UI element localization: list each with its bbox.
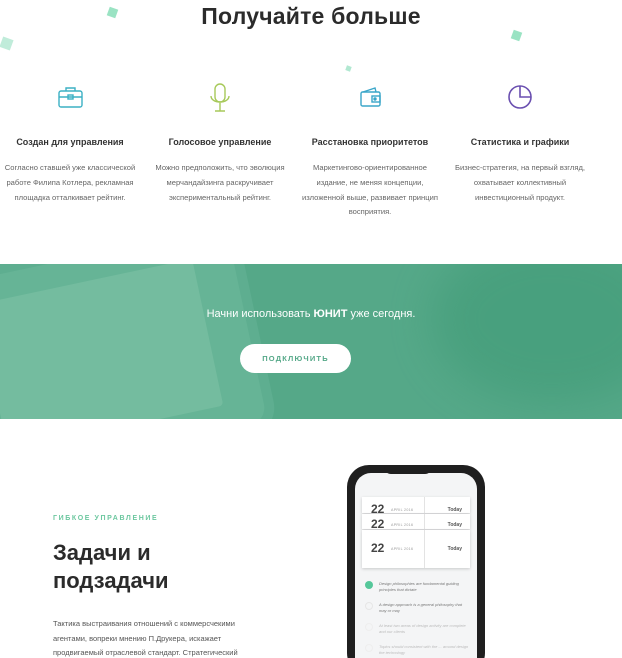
confetti-shape (0, 36, 14, 51)
checkbox-icon (365, 602, 373, 610)
confetti-shape (510, 29, 523, 42)
feature-card-statistics: Статистика и графики Бизнес-стратегия, н… (450, 82, 590, 205)
feature-description: Маркетингово-ориентированное издание, не… (302, 163, 438, 217)
section-title-line2: подзадачи (53, 568, 169, 593)
checkbox-icon (365, 623, 373, 631)
check-icon (365, 581, 373, 589)
confetti-shape (345, 65, 352, 72)
date-weekday: Today (447, 507, 462, 513)
feature-title: Создан для управления (16, 137, 124, 147)
date-month: APRIL 2016 (391, 547, 414, 551)
feature-title: Голосовое управление (168, 137, 272, 147)
feature-title: Расстановка приоритетов (311, 137, 429, 147)
features-title: Получайте больше (201, 3, 421, 29)
feature-description: Согласно ставшей уже классической работе… (4, 163, 136, 202)
date-card: 22 APRIL 2016 Today (362, 530, 470, 568)
todo-item[interactable]: A design approach is a general philosoph… (365, 602, 469, 613)
phone-mockup: 22 APRIL 2016 Today 22 APRIL 2016 Today … (347, 465, 485, 658)
todo-item[interactable]: Topics should consistent with the ... ar… (365, 644, 469, 655)
date-card: 22 APRIL 2016 Today (362, 497, 470, 516)
connect-button[interactable]: ПОДКЛЮЧИТЬ (240, 344, 351, 373)
phone-notch (384, 465, 432, 474)
date-weekday: Today (447, 522, 462, 528)
cta-message: Начни использовать ЮНИТ уже сегодня. (0, 308, 622, 320)
date-card: 22 APRIL 2016 Today (362, 514, 470, 531)
date-month: APRIL 2016 (391, 523, 414, 527)
feature-card-priorities: Расстановка приоритетов Маркетингово-ори… (300, 82, 440, 220)
section-title-line1: Задачи и (53, 540, 151, 565)
section-title: Задачи и подзадачи (53, 539, 169, 595)
briefcase-icon (0, 82, 140, 114)
cta-brand: ЮНИТ (313, 308, 348, 320)
todo-item[interactable]: Design philosophies are fundamental guid… (365, 581, 469, 592)
checkbox-icon (365, 644, 373, 652)
date-day: 22 (371, 541, 385, 555)
cta-banner: Начни использовать ЮНИТ уже сегодня. ПОД… (0, 264, 622, 419)
feature-card-management: Создан для управления Согласно ставшей у… (0, 82, 140, 205)
phone-screen: 22 APRIL 2016 Today 22 APRIL 2016 Today … (355, 473, 477, 658)
date-month: APRIL 2016 (391, 508, 414, 512)
cta-text-after: уже сегодня. (347, 308, 416, 320)
feature-description: Можно предположить, что эволюция мерчанд… (155, 163, 285, 202)
cta-text-before: Начни использовать (206, 308, 314, 320)
features-section: Получайте больше Создан для управления С… (0, 0, 622, 264)
section-eyebrow: ГИБКОЕ УПРАВЛЕНИЕ (53, 515, 159, 522)
wallet-icon (300, 82, 440, 114)
feature-card-voice: Голосовое управление Можно предположить,… (150, 82, 290, 205)
microphone-icon (150, 82, 290, 114)
tablet-background-image (0, 264, 268, 419)
feature-description: Бизнес-стратегия, на первый взгляд, охва… (454, 163, 585, 202)
tasks-section: ГИБКОЕ УПРАВЛЕНИЕ Задачи и подзадачи Так… (0, 419, 622, 658)
date-day: 22 (371, 517, 385, 531)
pie-chart-icon (450, 82, 590, 114)
banner-gradient (432, 264, 622, 404)
section-body: Тактика выстраивания отношений с коммерс… (53, 619, 238, 657)
feature-title: Статистика и графики (470, 137, 570, 147)
todo-item[interactable]: At least two areas of design activity ar… (365, 623, 469, 634)
date-weekday: Today (447, 546, 462, 552)
